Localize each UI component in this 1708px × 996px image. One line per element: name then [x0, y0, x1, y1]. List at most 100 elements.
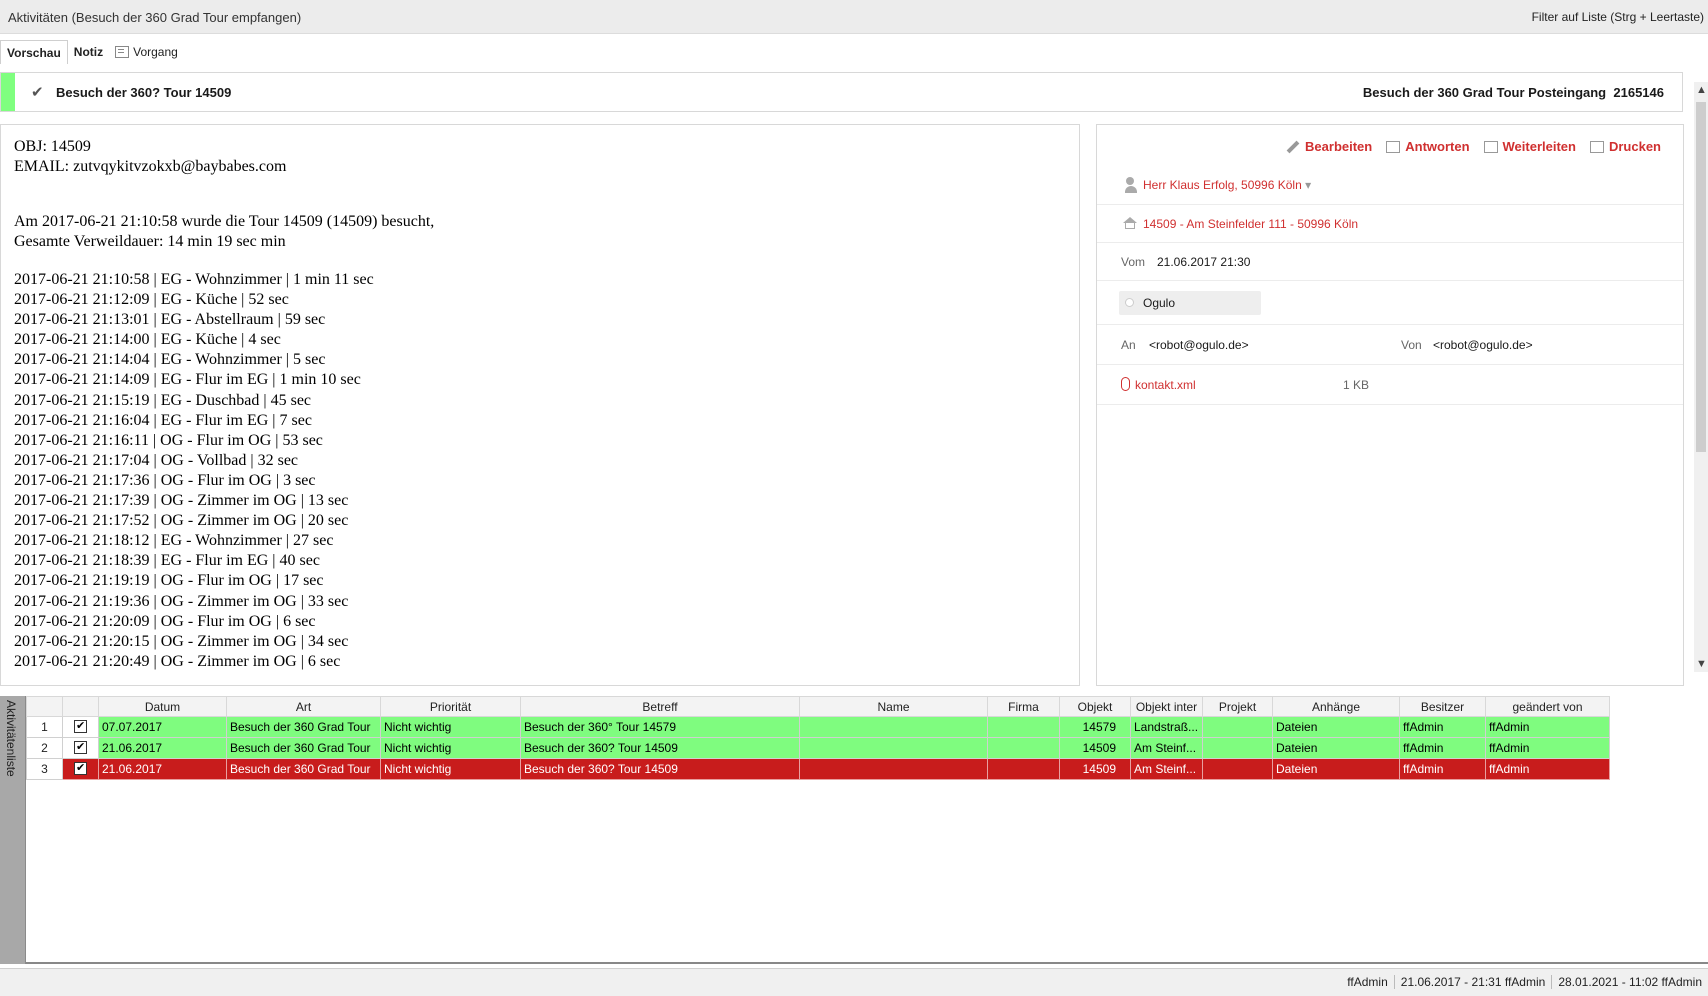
column-header-projekt[interactable]: Projekt — [1202, 696, 1273, 717]
timeline-entry: 2017-06-21 21:17:04 | OG - Vollbad | 32 … — [14, 451, 299, 469]
contact-name: Herr Klaus Erfolg, 50996 Köln — [1143, 178, 1302, 192]
timeline-entry: 2017-06-21 21:19:36 | OG - Zimmer im OG … — [14, 592, 349, 610]
to-value: <robot@ogulo.de> — [1149, 338, 1249, 352]
column-header-objekt[interactable]: Objekt — [1059, 696, 1131, 717]
column-header-art[interactable]: Art — [226, 696, 381, 717]
chevron-down-icon[interactable]: ▾ — [1305, 178, 1311, 192]
cell-betreff: Besuch der 360? Tour 14509 — [520, 737, 800, 759]
timeline-entry: 2017-06-21 21:14:00 | EG - Küche | 4 sec — [14, 331, 281, 349]
from-value: <robot@ogulo.de> — [1433, 338, 1533, 352]
contact-row: Herr Klaus Erfolg, 50996 Köln ▾ — [1097, 161, 1683, 205]
tab-vorgang-label: Vorgang — [133, 45, 178, 59]
status-color-bar — [1, 73, 15, 111]
cell-prioritaet: Nicht wichtig — [380, 716, 521, 738]
cell-objekt-inter: Landstraß... — [1130, 716, 1203, 738]
tab-vorgang[interactable]: Vorgang — [109, 40, 184, 64]
pencil-icon — [1286, 140, 1300, 153]
person-icon — [1125, 177, 1137, 193]
column-header-besitzer[interactable]: Besitzer — [1399, 696, 1486, 717]
table-row[interactable]: 2 21.06.2017 Besuch der 360 Grad Tour Ni… — [26, 737, 1610, 759]
table-row[interactable]: 1 07.07.2017 Besuch der 360 Grad Tour Ni… — [26, 716, 1610, 738]
cell-projekt — [1202, 758, 1273, 780]
tab-notiz[interactable]: Notiz — [68, 40, 109, 64]
row-number: 3 — [26, 758, 63, 780]
cell-objekt: 14579 — [1059, 716, 1131, 738]
cell-anhaenge: Dateien — [1272, 737, 1400, 759]
cell-anhaenge: Dateien — [1272, 758, 1400, 780]
cell-datum: 21.06.2017 — [98, 737, 227, 759]
cell-objekt: 14509 — [1059, 737, 1131, 759]
column-header-rownum — [26, 696, 63, 717]
envelope-forward-icon — [1483, 140, 1498, 153]
scroll-down-icon[interactable]: ▼ — [1696, 658, 1707, 670]
table-row-selected[interactable]: 3 21.06.2017 Besuch der 360 Grad Tour Ni… — [26, 758, 1610, 780]
cell-projekt — [1202, 716, 1273, 738]
row-checkbox[interactable] — [62, 716, 99, 738]
filter-hint[interactable]: Filter auf Liste (Strg + Leertaste) — [1532, 10, 1704, 24]
column-header-firma[interactable]: Firma — [987, 696, 1060, 717]
cell-firma — [987, 758, 1060, 780]
scroll-thumb[interactable] — [1696, 102, 1706, 452]
activity-header: ✔ Besuch der 360? Tour 14509 Besuch der … — [0, 72, 1683, 112]
cell-betreff: Besuch der 360° Tour 14579 — [520, 716, 800, 738]
timeline-entry: 2017-06-21 21:20:15 | OG - Zimmer im OG … — [14, 632, 349, 650]
row-number: 2 — [26, 737, 63, 759]
cell-prioritaet: Nicht wichtig — [380, 758, 521, 780]
house-icon — [1123, 217, 1137, 229]
object-link[interactable]: 14509 - Am Steinfelder 111 - 50996 Köln — [1143, 217, 1358, 231]
activity-table: Datum Art Priorität Betreff Name Firma O… — [26, 696, 1610, 780]
checkbox-icon[interactable] — [74, 719, 87, 733]
column-header-anhaenge[interactable]: Anhänge — [1272, 696, 1400, 717]
attachment-icon — [1121, 377, 1130, 391]
row-checkbox[interactable] — [62, 737, 99, 759]
tag-dot-icon — [1125, 298, 1134, 307]
timeline-entry: 2017-06-21 21:14:04 | EG - Wohnzimmer | … — [14, 351, 326, 369]
column-header-prioritaet[interactable]: Priorität — [380, 696, 521, 717]
date-label: Vom — [1121, 255, 1146, 269]
checkbox-icon[interactable] — [74, 761, 87, 775]
timeline-entry: 2017-06-21 21:20:49 | OG - Zimmer im OG … — [14, 652, 341, 670]
edit-button[interactable]: Bearbeiten — [1286, 139, 1372, 154]
cell-geaendert: ffAdmin — [1485, 716, 1610, 738]
process-icon — [115, 46, 130, 58]
activity-subject: Besuch der 360? Tour 14509 — [56, 85, 232, 100]
side-tab-activity-list[interactable]: Aktivitätenliste — [0, 696, 26, 964]
cell-besitzer: ffAdmin — [1399, 716, 1486, 738]
status-user: ffAdmin — [1347, 975, 1388, 989]
timeline-entry: 2017-06-21 21:17:39 | OG - Zimmer im OG … — [14, 492, 349, 510]
timeline-entry: 2017-06-21 21:13:01 | EG - Abstellraum |… — [14, 311, 326, 329]
cell-betreff: Besuch der 360? Tour 14509 — [520, 758, 800, 780]
column-header-betreff[interactable]: Betreff — [520, 696, 800, 717]
cell-anhaenge: Dateien — [1272, 716, 1400, 738]
tag-row: Ogulo — [1097, 281, 1683, 325]
tab-vorschau[interactable]: Vorschau — [0, 40, 68, 64]
timeline-entry: 2017-06-21 21:14:09 | EG - Flur im EG | … — [14, 371, 361, 389]
tag-chip[interactable]: Ogulo — [1119, 291, 1261, 315]
date-row: Vom 21.06.2017 21:30 — [1097, 243, 1683, 281]
object-row: 14509 - Am Steinfelder 111 - 50996 Köln — [1097, 205, 1683, 243]
timeline-entry: 2017-06-21 21:18:12 | EG - Wohnzimmer | … — [14, 532, 334, 550]
column-header-name[interactable]: Name — [799, 696, 988, 717]
scroll-up-icon[interactable]: ▲ — [1696, 84, 1707, 96]
forward-button[interactable]: Weiterleiten — [1483, 139, 1576, 154]
activity-id: 2165146 — [1613, 85, 1664, 100]
timeline-entry: 2017-06-21 21:16:04 | EG - Flur im EG | … — [14, 411, 312, 429]
obj-line: OBJ: 14509 — [14, 138, 91, 155]
row-checkbox[interactable] — [62, 758, 99, 780]
column-header-objekt-inter[interactable]: Objekt inter — [1130, 696, 1203, 717]
column-header-geaendert[interactable]: geändert von — [1485, 696, 1610, 717]
from-label: Von — [1401, 338, 1422, 352]
column-header-datum[interactable]: Datum — [98, 696, 227, 717]
vertical-scrollbar[interactable]: ▲ ▼ — [1694, 82, 1708, 672]
attachment-link[interactable]: kontakt.xml — [1135, 378, 1196, 392]
timeline-entry: 2017-06-21 21:18:39 | EG - Flur im EG | … — [14, 552, 320, 570]
timeline-entry: 2017-06-21 21:12:09 | EG - Küche | 52 se… — [14, 291, 289, 309]
timeline-entry: 2017-06-21 21:20:09 | OG - Flur im OG | … — [14, 612, 316, 630]
print-button[interactable]: Drucken — [1589, 139, 1661, 154]
checkbox-icon[interactable] — [74, 740, 87, 754]
cell-objekt-inter: Am Steinf... — [1130, 758, 1203, 780]
activity-type: Besuch der 360 Grad Tour Posteingang — [1362, 85, 1607, 100]
contact-link[interactable]: Herr Klaus Erfolg, 50996 Köln ▾ — [1143, 178, 1311, 192]
reply-button[interactable]: Antworten — [1386, 139, 1470, 154]
timeline-entry: 2017-06-21 21:19:19 | OG - Flur im OG | … — [14, 572, 324, 590]
